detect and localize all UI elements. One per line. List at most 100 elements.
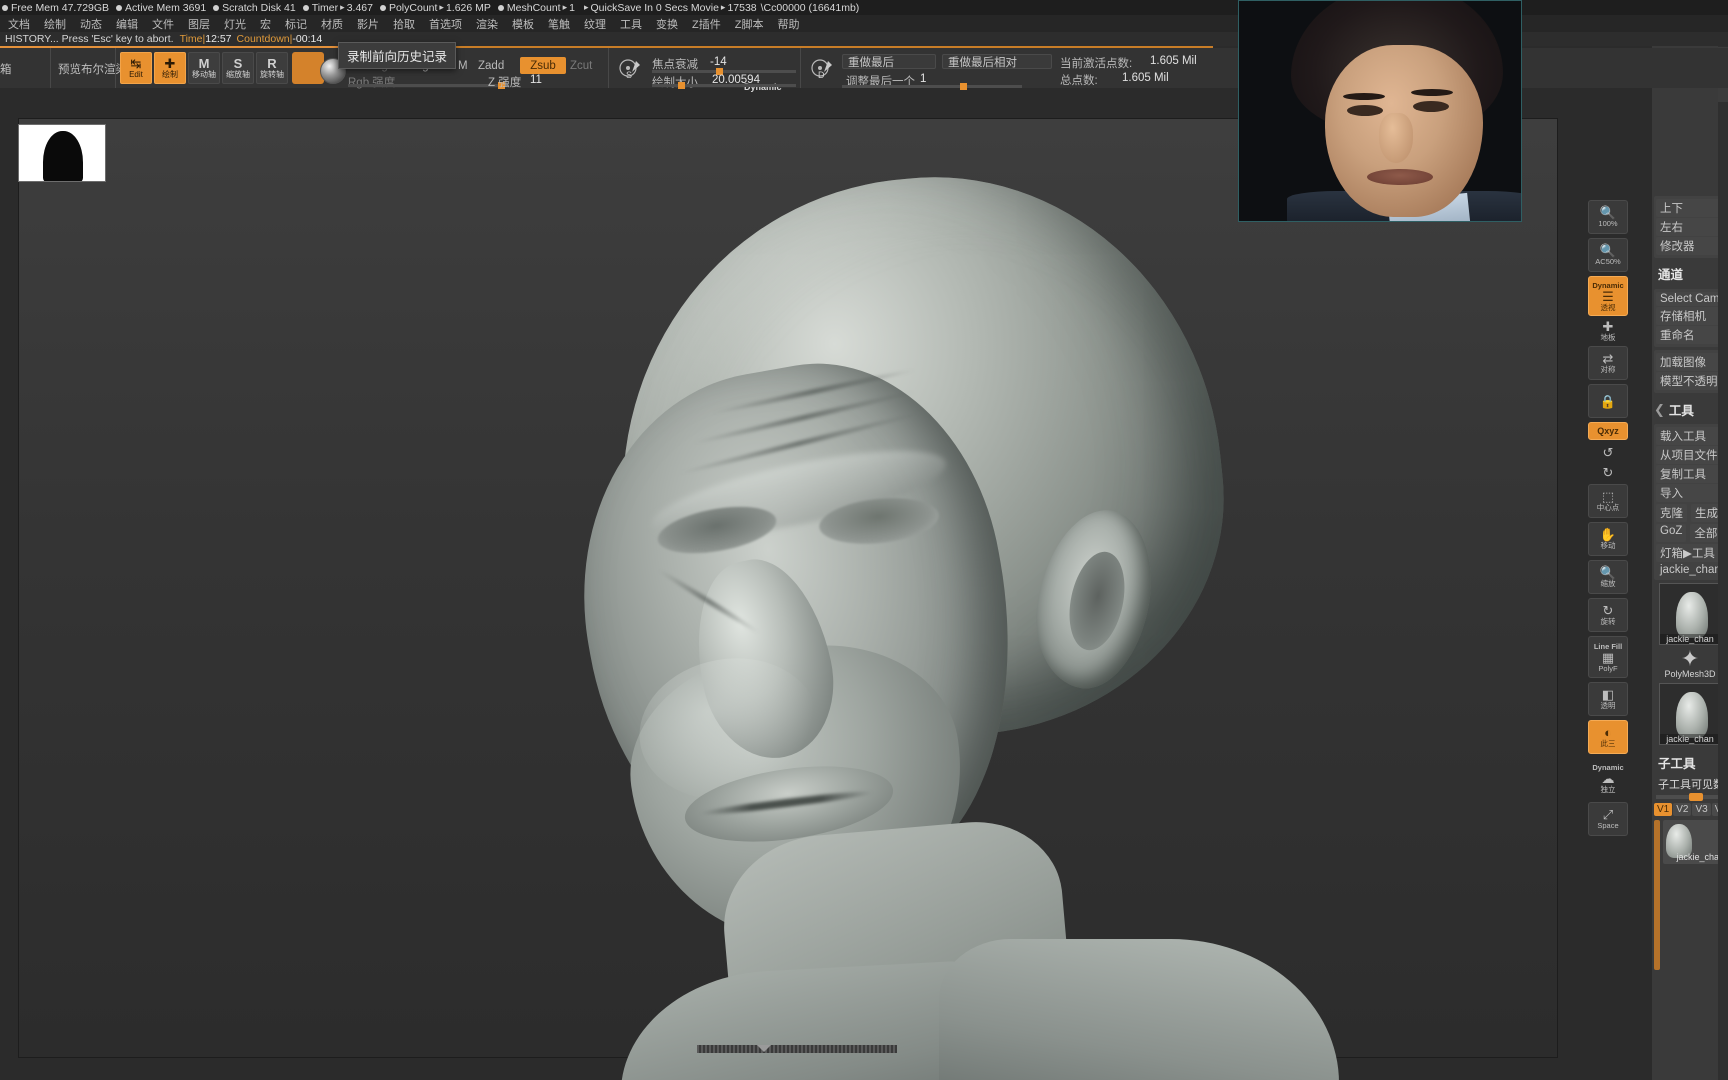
stroke-preview-icon[interactable]: S bbox=[618, 58, 644, 82]
load-tool-from-project-button[interactable]: 从项目文件载入 bbox=[1656, 446, 1728, 464]
rename-camera-button[interactable]: 重命名 bbox=[1656, 326, 1724, 344]
dynamic-perspective-button[interactable]: Dynamic ☰ 透视 bbox=[1588, 276, 1628, 316]
store-camera-button[interactable]: 存储相机 bbox=[1656, 307, 1724, 325]
select-camera-dropdown[interactable]: Select Camera bbox=[1656, 292, 1728, 306]
dynamic-subdiv-button[interactable]: Dynamic ☁ 独立 bbox=[1588, 758, 1628, 798]
rotate-view-button[interactable]: ↻ 旋转 bbox=[1588, 598, 1628, 632]
m-toggle[interactable]: M bbox=[458, 60, 468, 72]
transparency-button[interactable]: ◧ 透明 bbox=[1588, 682, 1628, 716]
menu-item-macro[interactable]: 宏 bbox=[253, 15, 278, 33]
redo-last-button[interactable]: 重做最后 bbox=[842, 54, 936, 69]
tool-thumb-polymesh3d[interactable]: ✦ PolyMesh3D bbox=[1652, 647, 1728, 681]
tool-thumb-jackie-chan-2[interactable]: jackie_chan bbox=[1659, 683, 1721, 745]
scroll-up-arrow-icon[interactable] bbox=[757, 1045, 771, 1052]
menu-item-edit[interactable]: 编辑 bbox=[109, 15, 145, 33]
menu-item-help[interactable]: 帮助 bbox=[770, 15, 806, 33]
focal-shift-slider[interactable] bbox=[652, 68, 796, 75]
menu-item-draw[interactable]: 绘制 bbox=[37, 15, 73, 33]
load-image-button[interactable]: 加载图像 bbox=[1656, 353, 1724, 371]
slider-knob[interactable] bbox=[960, 83, 967, 90]
menu-item-tool[interactable]: 工具 bbox=[613, 15, 649, 33]
menu-item-material[interactable]: 材质 bbox=[314, 15, 350, 33]
clone-button[interactable]: 克隆 bbox=[1656, 504, 1687, 522]
vtab-v1[interactable]: V1 bbox=[1654, 803, 1673, 816]
goz-button[interactable]: GoZ bbox=[1656, 524, 1687, 542]
menu-item-zscript[interactable]: Z脚本 bbox=[728, 15, 771, 33]
ghost-transparency-button[interactable]: ◐ 此三 bbox=[1588, 720, 1628, 754]
menu-item-document[interactable]: 文档 bbox=[1, 15, 37, 33]
zoom-view-button[interactable]: 🔍 缩放 bbox=[1588, 560, 1628, 594]
floor-grid-button[interactable]: ✚ 地板 bbox=[1588, 320, 1628, 342]
rotate-cw-button[interactable]: ↻ bbox=[1588, 464, 1628, 480]
menu-item-marker[interactable]: 标记 bbox=[278, 15, 314, 33]
menu-item-movie[interactable]: 影片 bbox=[350, 15, 386, 33]
menu-item-texture[interactable]: 纹理 bbox=[577, 15, 613, 33]
flip-vertical-button[interactable]: 上下 bbox=[1656, 199, 1724, 217]
subtool-row-jackie-chan[interactable]: jackie_chan bbox=[1663, 820, 1726, 864]
viewport-3d[interactable] bbox=[18, 118, 1558, 1080]
status-item-quicksave[interactable]: ▸ QuickSave In 0 Secs Movie ▸ 17538 \Cc0… bbox=[582, 2, 859, 14]
import-tool-button[interactable]: 导入 bbox=[1656, 484, 1724, 502]
vtab-v2[interactable]: V2 bbox=[1673, 803, 1692, 816]
menu-item-dynamics[interactable]: 动态 bbox=[73, 15, 109, 33]
space-frame-button[interactable]: ⤢ Space bbox=[1588, 802, 1628, 836]
move-gizmo-button[interactable]: M 移动轴 bbox=[188, 52, 220, 84]
menu-item-stencil[interactable]: 模板 bbox=[505, 15, 541, 33]
xyz-axis-button[interactable]: Qxyz bbox=[1588, 422, 1628, 440]
preview-boolean-render-button[interactable]: 预览布尔渲染 bbox=[58, 61, 127, 77]
scale-gizmo-button[interactable]: S 缩放轴 bbox=[222, 52, 254, 84]
modifiers-button[interactable]: 修改器 bbox=[1656, 237, 1724, 255]
z-intensity-value[interactable]: 11 bbox=[530, 74, 542, 86]
menu-item-preferences[interactable]: 首选项 bbox=[422, 15, 469, 33]
adjust-last-slider[interactable] bbox=[842, 83, 1022, 90]
draw-size-slider[interactable] bbox=[652, 82, 796, 89]
subtool-scroll-indicator[interactable] bbox=[1654, 820, 1660, 970]
pan-button[interactable]: ✋ 移动 bbox=[1588, 522, 1628, 556]
transform-lock-button[interactable]: 🔒 bbox=[1588, 384, 1628, 418]
slider-knob[interactable] bbox=[1688, 793, 1703, 801]
zcut-toggle[interactable]: Zcut bbox=[570, 60, 592, 72]
symmetry-button[interactable]: ⇄ 对称 bbox=[1588, 346, 1628, 380]
focal-shift-value[interactable]: -14 bbox=[710, 56, 727, 68]
lightbox-tool-button[interactable]: 灯箱▶工具 bbox=[1656, 544, 1724, 562]
panel-side-tabs[interactable] bbox=[1718, 15, 1728, 1080]
model-opacity-slider[interactable]: 模型不透明度 100 bbox=[1656, 372, 1728, 390]
menu-item-transform[interactable]: 变换 bbox=[649, 15, 685, 33]
polyframe-button[interactable]: Line Fill ▦ PolyF bbox=[1588, 636, 1628, 678]
menu-item-stroke[interactable]: 笔触 bbox=[541, 15, 577, 33]
menu-item-light[interactable]: 灯光 bbox=[217, 15, 253, 33]
flip-horizontal-button[interactable]: 左右 bbox=[1656, 218, 1724, 236]
edit-mode-button[interactable]: ↹ Edit bbox=[120, 52, 152, 84]
dynamic-brush-icon[interactable]: D bbox=[810, 58, 836, 82]
draw-mode-button[interactable]: ✚ 绘制 bbox=[154, 52, 186, 84]
adjust-last-value[interactable]: 1 bbox=[920, 73, 926, 85]
rotate-ccw-button[interactable]: ↺ bbox=[1588, 444, 1628, 460]
copy-tool-button[interactable]: 复制工具 bbox=[1656, 465, 1724, 483]
rgb-intensity-slider[interactable] bbox=[348, 82, 508, 89]
zoom-100-button[interactable]: 🔍 100% bbox=[1588, 200, 1628, 234]
menu-item-layer[interactable]: 图层 bbox=[181, 15, 217, 33]
menu-item-file[interactable]: 文件 bbox=[145, 15, 181, 33]
chevron-left-icon[interactable]: ❮ bbox=[1654, 402, 1665, 418]
slider-knob[interactable] bbox=[678, 82, 685, 89]
frame-center-button[interactable]: ⬚ 中心点 bbox=[1588, 484, 1628, 518]
menu-item-render[interactable]: 渲染 bbox=[469, 15, 505, 33]
load-tool-button[interactable]: 载入工具 bbox=[1656, 427, 1724, 445]
scrollbar-thumb[interactable] bbox=[697, 1045, 897, 1053]
subtool-visible-count-slider[interactable] bbox=[1656, 793, 1724, 801]
zoom-actual-button[interactable]: 🔍 AC50% bbox=[1588, 238, 1628, 272]
redo-last-relative-button[interactable]: 重做最后相对 bbox=[942, 54, 1052, 69]
menu-item-picker[interactable]: 拾取 bbox=[386, 15, 422, 33]
reference-image-jackie-chan[interactable] bbox=[1238, 0, 1522, 222]
canvas-horizontal-scrollbar[interactable] bbox=[37, 1045, 1577, 1053]
document-preview-thumbnail[interactable] bbox=[18, 124, 106, 182]
zsub-toggle[interactable]: Zsub bbox=[520, 57, 566, 74]
vtab-v3[interactable]: V3 bbox=[1692, 803, 1711, 816]
menu-item-zplugin[interactable]: Z插件 bbox=[685, 15, 728, 33]
rotate-gizmo-button[interactable]: R 旋转轴 bbox=[256, 52, 288, 84]
magnifier-icon: 🔍 bbox=[1599, 565, 1617, 580]
sculpted-model-jackie-chan[interactable] bbox=[547, 149, 1339, 1080]
polyframe-label: PolyF bbox=[1598, 663, 1618, 673]
zadd-toggle[interactable]: Zadd bbox=[478, 60, 504, 72]
tool-thumb-jackie-chan[interactable]: jackie_chan bbox=[1659, 583, 1721, 645]
